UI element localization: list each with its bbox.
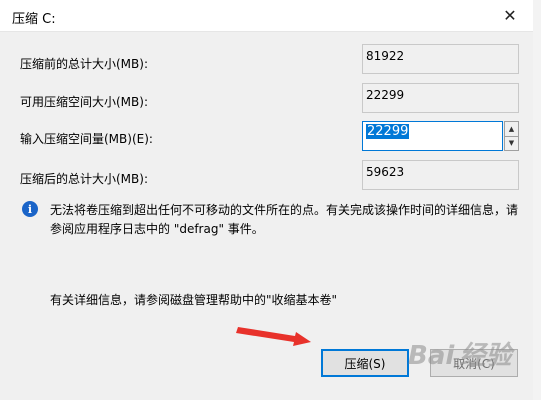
available-space-value: 22299 [362,83,519,113]
shrink-amount-selected-text: 22299 [366,124,410,139]
shrink-amount-input[interactable]: 22299 [362,121,503,151]
title-bar: 压缩 C: ✕ [0,0,533,32]
background-window-right-edge [532,0,541,400]
shrink-amount-label: 输入压缩空间量(MB)(E): [20,132,153,146]
info-message: 无法将卷压缩到超出任何不可移动的文件所在的点。有关完成该操作时间的详细信息，请参… [50,203,519,236]
shrink-amount-stepper: 22299 ▲ ▼ [362,121,520,151]
dialog-title: 压缩 C: [12,12,56,27]
chevron-up-icon: ▲ [508,125,515,133]
spin-buttons: ▲ ▼ [504,121,519,151]
cancel-button[interactable]: 取消(C) [430,349,518,377]
total-before-value: 81922 [362,44,519,74]
close-icon: ✕ [503,6,517,25]
total-after-value: 59623 [362,160,519,190]
total-before-label: 压缩前的总计大小(MB): [20,57,148,71]
total-after-label: 压缩后的总计大小(MB): [20,172,148,186]
chevron-down-icon: ▼ [508,139,515,147]
shrink-dialog: 压缩 C: ✕ 压缩前的总计大小(MB): 81922 可用压缩空间大小(MB)… [0,0,533,400]
increment-button[interactable]: ▲ [505,122,518,137]
arrow-shape [236,327,311,346]
info-icon: i [22,201,38,217]
close-button[interactable]: ✕ [487,0,533,31]
shrink-button[interactable]: 压缩(S) [321,349,409,377]
help-link-text: 有关详细信息，请参阅磁盘管理帮助中的"收缩基本卷" [50,293,338,307]
available-space-label: 可用压缩空间大小(MB): [20,95,148,109]
decrement-button[interactable]: ▼ [505,136,518,150]
